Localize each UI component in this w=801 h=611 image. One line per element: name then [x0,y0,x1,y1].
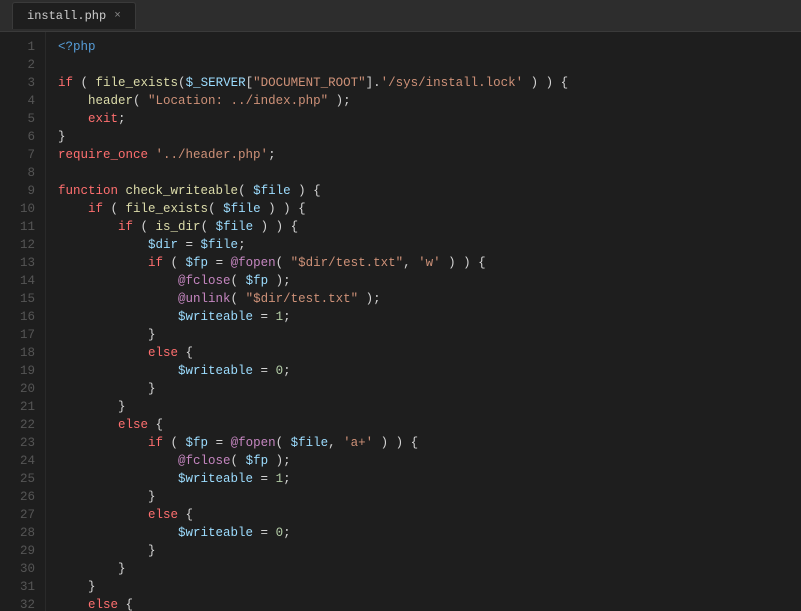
title-bar: install.php × [0,0,801,32]
code-line-17: } [58,326,801,344]
code-line-15: @unlink( "$dir/test.txt" ); [58,290,801,308]
tab[interactable]: install.php × [12,2,136,29]
code-line-25: $writeable = 1; [58,470,801,488]
code-line-22: else { [58,416,801,434]
code-line-4: header( "Location: ../index.php" ); [58,92,801,110]
code-line-8 [58,164,801,182]
line-numbers: 1 2 3 4 5 6 7 8 9 10 11 12 13 14 15 16 1… [0,32,46,611]
code-line-3: if ( file_exists($_SERVER["DOCUMENT_ROOT… [58,74,801,92]
code-line-29: } [58,542,801,560]
code-line-16: $writeable = 1; [58,308,801,326]
code-line-14: @fclose( $fp ); [58,272,801,290]
tab-filename: install.php [27,9,106,23]
code-line-7: require_once '../header.php'; [58,146,801,164]
code-line-9: function check_writeable( $file ) { [58,182,801,200]
code-line-12: $dir = $file; [58,236,801,254]
code-line-26: } [58,488,801,506]
code-line-32: else { [58,596,801,611]
code-line-5: exit; [58,110,801,128]
code-line-19: $writeable = 0; [58,362,801,380]
code-line-13: if ( $fp = @fopen( "$dir/test.txt", 'w' … [58,254,801,272]
code-line-10: if ( file_exists( $file ) ) { [58,200,801,218]
tab-close-icon[interactable]: × [114,10,121,22]
code-line-11: if ( is_dir( $file ) ) { [58,218,801,236]
code-line-21: } [58,398,801,416]
code-line-24: @fclose( $fp ); [58,452,801,470]
code-line-18: else { [58,344,801,362]
code-line-28: $writeable = 0; [58,524,801,542]
code-line-6: } [58,128,801,146]
editor: 1 2 3 4 5 6 7 8 9 10 11 12 13 14 15 16 1… [0,32,801,611]
code-line-20: } [58,380,801,398]
code-line-30: } [58,560,801,578]
code-area[interactable]: <?php if ( file_exists($_SERVER["DOCUMEN… [46,32,801,611]
code-line-27: else { [58,506,801,524]
code-line-23: if ( $fp = @fopen( $file, 'a+' ) ) { [58,434,801,452]
code-line-1: <?php [58,38,801,56]
code-line-2 [58,56,801,74]
code-line-31: } [58,578,801,596]
